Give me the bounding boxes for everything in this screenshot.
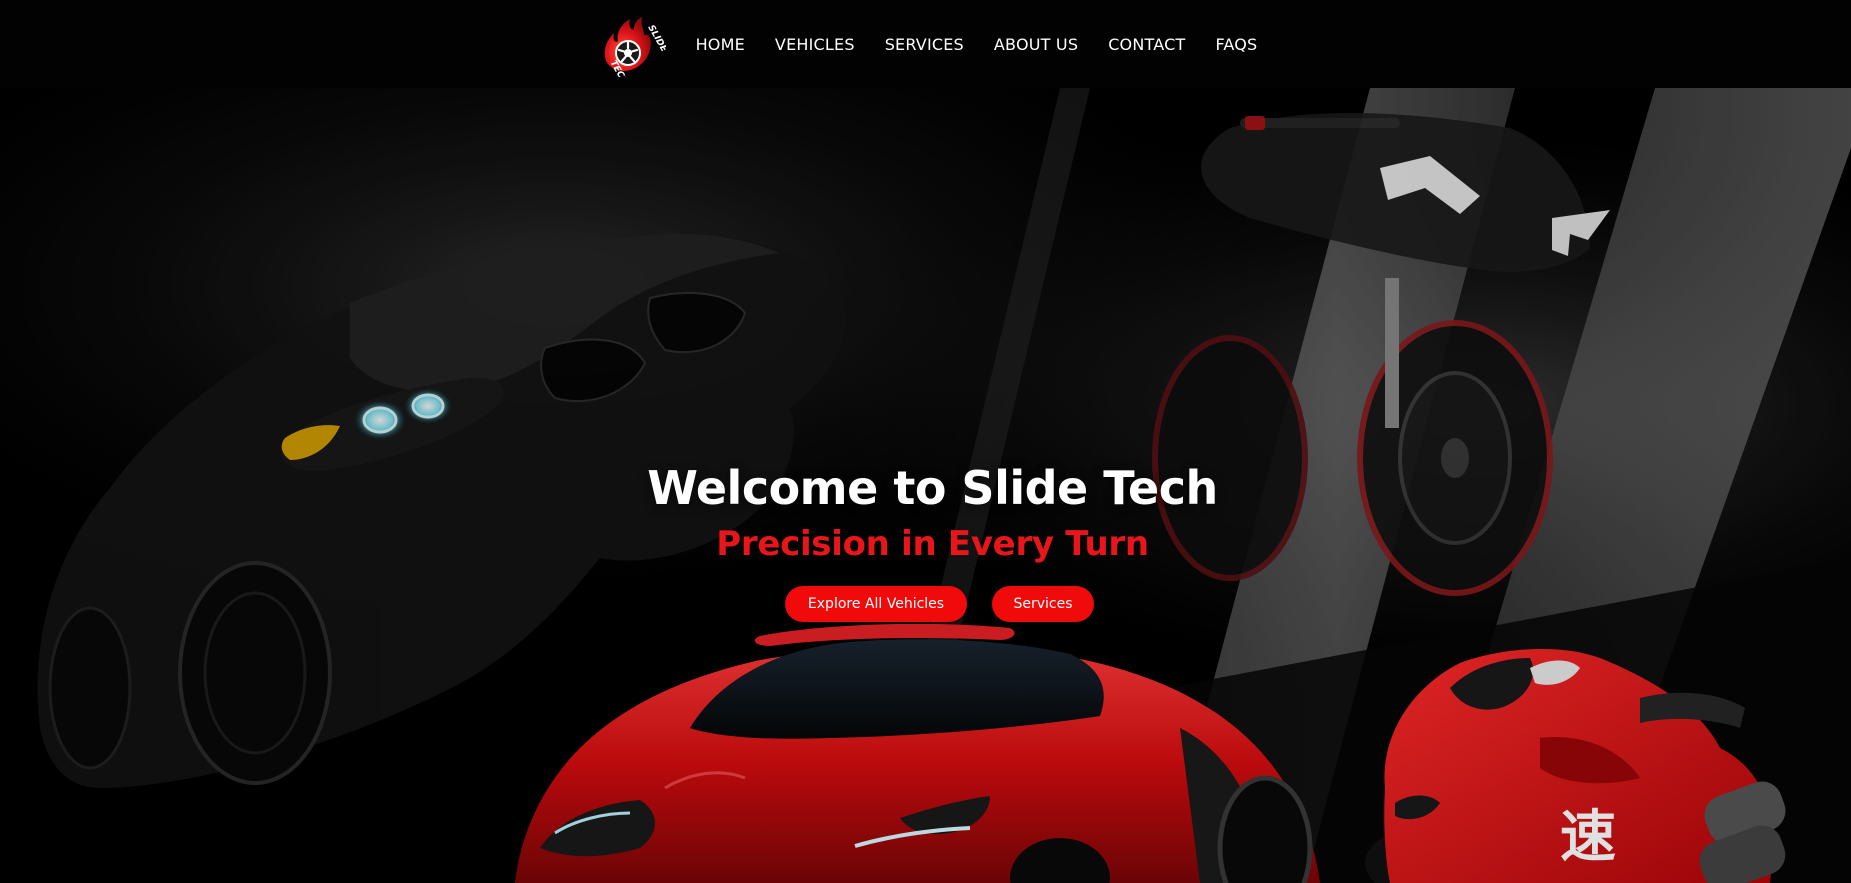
nav-item-services[interactable]: SERVICES — [885, 35, 964, 54]
header-inner: SLIDE TECH HOME VEHICLES SERVICES ABOUT … — [600, 11, 1258, 77]
landing-page: SLIDE TECH HOME VEHICLES SERVICES ABOUT … — [0, 0, 1851, 883]
nav-item-faqs[interactable]: FAQS — [1215, 35, 1257, 54]
nav-item-contact[interactable]: CONTACT — [1108, 35, 1185, 54]
services-button[interactable]: Services — [992, 586, 1094, 622]
nav-item-home[interactable]: HOME — [696, 35, 745, 54]
hero-subtitle: Precision in Every Turn — [716, 524, 1149, 564]
hero-actions: Explore All Vehicles Services — [0, 586, 1851, 622]
hero-text: Welcome to Slide Tech Precision in Every… — [0, 460, 1851, 564]
site-header: SLIDE TECH HOME VEHICLES SERVICES ABOUT … — [0, 0, 1851, 88]
hero-section: 速 Welcome to Slide Tech Precision in Eve… — [0, 88, 1851, 883]
main-nav: HOME VEHICLES SERVICES ABOUT US CONTACT … — [696, 35, 1258, 54]
nav-item-vehicles[interactable]: VEHICLES — [775, 35, 855, 54]
slide-tech-logo-icon[interactable]: SLIDE TECH — [600, 11, 666, 77]
hero-title: Welcome to Slide Tech — [647, 461, 1218, 515]
nav-item-about-us[interactable]: ABOUT US — [994, 35, 1078, 54]
explore-all-vehicles-button[interactable]: Explore All Vehicles — [785, 586, 967, 622]
